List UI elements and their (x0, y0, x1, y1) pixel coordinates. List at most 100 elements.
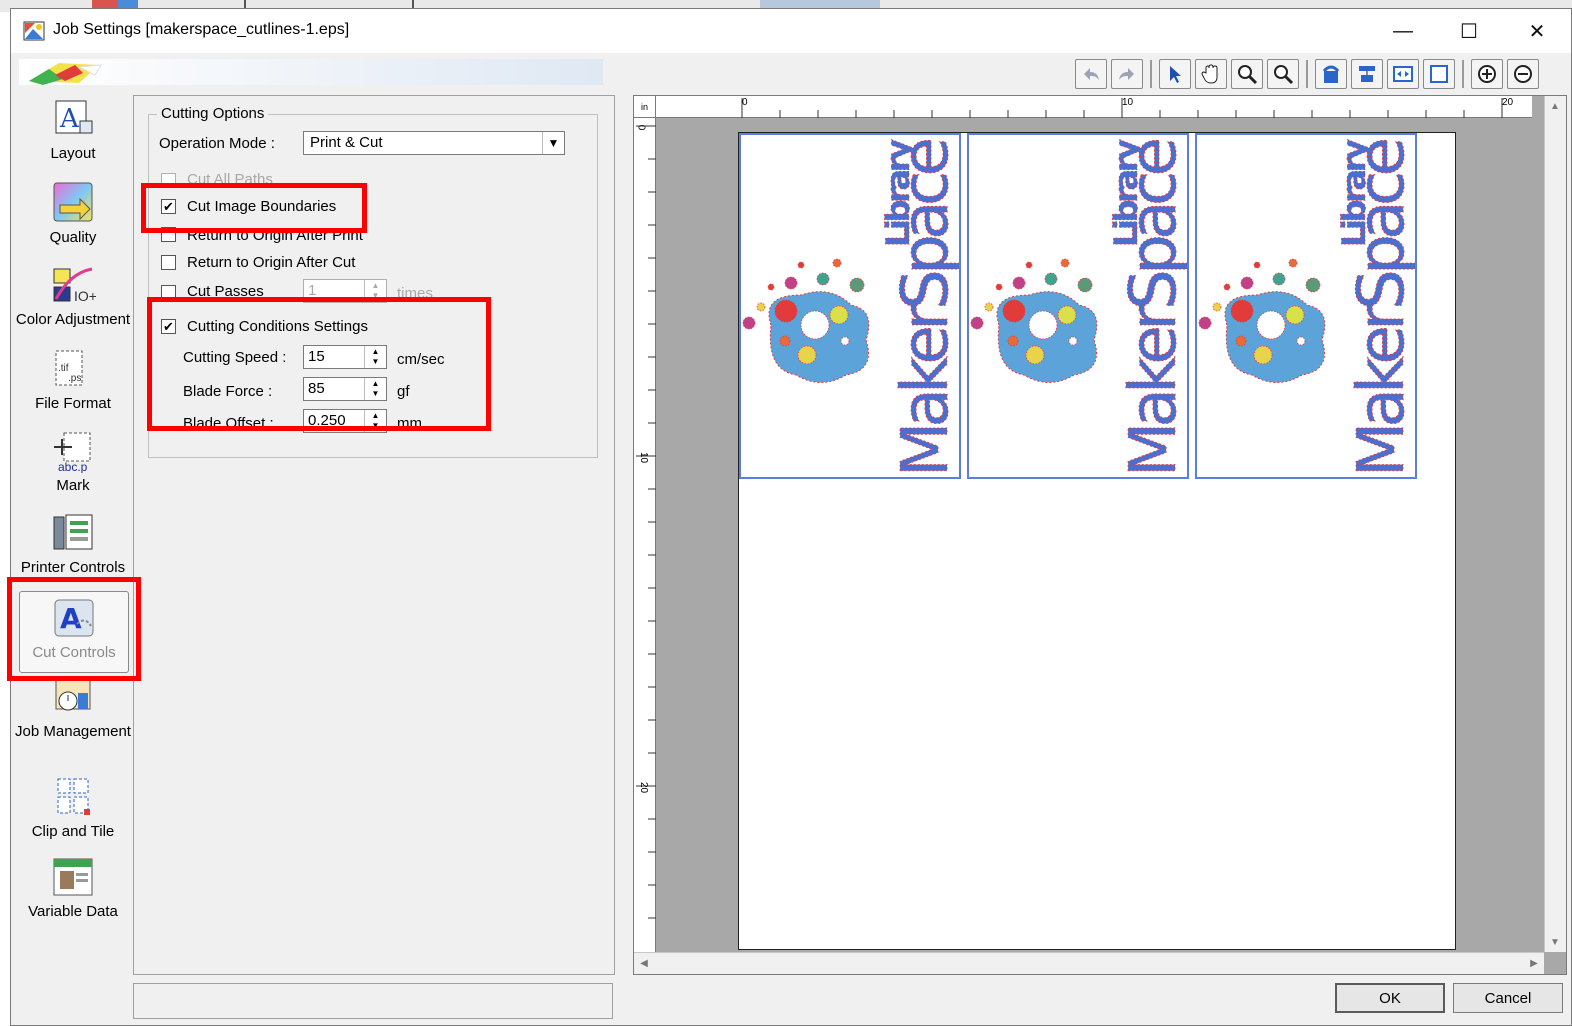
sidebar-item-quality[interactable]: Quality (11, 181, 135, 246)
logo-dot (995, 283, 1003, 291)
group-title: Cutting Options (157, 105, 269, 122)
minimize-button[interactable]: — (1371, 9, 1435, 53)
logo-dot (849, 277, 865, 293)
print-tile[interactable]: MakerSpace Library (739, 133, 961, 479)
redo-icon (1119, 68, 1134, 80)
highlight-box-cut-image-boundaries (141, 183, 367, 233)
return-origin-cut-checkbox[interactable] (161, 255, 176, 270)
toolbar-separator (1462, 60, 1464, 88)
undo-icon (1084, 68, 1099, 80)
ruler-tick-label: 0 (742, 97, 748, 108)
zoom-out-icon (1274, 65, 1294, 85)
sidebar-item-label: Variable Data (28, 903, 118, 920)
zoom-in-tool-button[interactable] (1231, 59, 1263, 89)
scroll-left-icon[interactable]: ◀ (634, 953, 654, 973)
zoom-minus-button[interactable] (1507, 59, 1539, 89)
printer-controls-icon (53, 514, 93, 550)
redo-button[interactable] (1111, 59, 1143, 89)
logo-dot (1025, 345, 1045, 365)
sidebar-item-clip-and-tile[interactable]: Clip and Tile (11, 775, 135, 840)
job-preview-pane: in 0 10 20 0 10 20 MakerSpace Library Mak… (633, 95, 1567, 975)
toolbar-separator (1150, 60, 1152, 88)
sidebar-item-job-management[interactable]: Job Management (11, 675, 135, 740)
preview-toolbar (1075, 57, 1539, 91)
sidebar-item-mark[interactable]: abc.p Mark (11, 429, 135, 494)
vertical-scrollbar[interactable]: ▲ ▼ (1544, 96, 1566, 952)
cancel-button[interactable]: Cancel (1453, 983, 1563, 1013)
logo-text-top: Library (1107, 139, 1145, 247)
horizontal-scrollbar[interactable]: ◀ ▶ (634, 952, 1544, 974)
highlight-box-cut-controls (7, 577, 141, 681)
variable-data-icon (53, 858, 93, 896)
ruler-tick-label: 0 (635, 124, 647, 131)
scroll-right-icon[interactable]: ▶ (1524, 953, 1544, 973)
plus-zoom-icon (1478, 65, 1496, 83)
logo-dot (1285, 305, 1305, 325)
media-sheet: MakerSpace Library MakerSpace Library Make… (738, 132, 1456, 950)
logo-dot (767, 283, 775, 291)
logo-dot (1044, 272, 1058, 286)
makerspace-logo-art: MakerSpaceLibrary (1198, 137, 1415, 477)
logo-dot (1253, 261, 1261, 269)
scroll-up-icon[interactable]: ▲ (1545, 96, 1565, 116)
minus-zoom-icon (1514, 65, 1532, 83)
center-button[interactable] (1351, 59, 1383, 89)
pan-tool-button[interactable] (1195, 59, 1227, 89)
hand-pan-icon (1201, 64, 1218, 84)
logo-dot (1223, 283, 1231, 291)
zoom-out-tool-button[interactable] (1267, 59, 1299, 89)
rotate-icon (1322, 65, 1340, 83)
logo-dot (816, 272, 830, 286)
job-management-icon (55, 678, 91, 711)
logo-dot (1198, 316, 1212, 330)
svg-text:A: A (59, 104, 80, 134)
maximize-button[interactable]: ☐ (1437, 9, 1501, 53)
logo-dot (1272, 272, 1286, 286)
close-button[interactable]: ✕ (1505, 9, 1569, 53)
logo-dot (1060, 258, 1070, 268)
logo-dot (840, 336, 850, 346)
logo-dot (1007, 335, 1019, 347)
quality-icon (53, 182, 93, 222)
select-arrow-icon (1170, 66, 1181, 83)
chevron-down-icon: ▼ (542, 132, 564, 154)
app-icon (23, 21, 45, 41)
undo-button[interactable] (1075, 59, 1107, 89)
zoom-plus-button[interactable] (1471, 59, 1503, 89)
logo-dot (1240, 276, 1254, 290)
scroll-down-icon[interactable]: ▼ (1545, 932, 1565, 952)
title-bar[interactable]: Job Settings [makerspace_cutlines-1.eps]… (11, 9, 1571, 53)
clip-and-tile-icon (57, 778, 90, 815)
sidebar-item-printer-controls[interactable]: Printer Controls (11, 511, 135, 576)
select-tool-button[interactable] (1159, 59, 1191, 89)
fit-page-button[interactable] (1423, 59, 1455, 89)
sidebar-item-label: Mark (56, 477, 90, 494)
ruler-tick-label: 10 (638, 451, 650, 464)
logo-dot (832, 258, 842, 268)
sidebar-item-file-format[interactable]: .tif .ps File Format (11, 347, 135, 412)
fit-width-button[interactable] (1387, 59, 1419, 89)
sidebar-item-variable-data[interactable]: Variable Data (11, 855, 135, 920)
operation-mode-select[interactable]: Print & Cut ▼ (303, 131, 565, 155)
ok-button[interactable]: OK (1335, 983, 1445, 1013)
logo-dot (1253, 345, 1273, 365)
minimize-icon: — (1393, 19, 1413, 42)
logo-text-top: Library (1335, 139, 1373, 247)
logo-dot (784, 276, 798, 290)
toolbar-separator (1306, 60, 1308, 88)
sidebar-item-color-adjustment[interactable]: IO+ Color Adjustment (11, 263, 135, 328)
sidebar-item-label: Job Management (15, 723, 131, 740)
sidebar-item-label: Printer Controls (20, 559, 126, 576)
logo-dot (1028, 310, 1058, 340)
logo-text-top: Library (879, 139, 917, 247)
logo-dot (1288, 258, 1298, 268)
center-icon (1359, 66, 1375, 82)
layout-icon: A (55, 100, 93, 134)
maximize-icon: ☐ (1460, 20, 1478, 43)
print-tile[interactable]: MakerSpace Library (967, 133, 1189, 479)
return-origin-cut-label: Return to Origin After Cut (187, 254, 356, 271)
logo-dot (800, 310, 830, 340)
print-tile[interactable]: MakerSpace Library (1195, 133, 1417, 479)
sidebar-item-layout[interactable]: A Layout (11, 97, 135, 162)
rotate-button[interactable] (1315, 59, 1347, 89)
